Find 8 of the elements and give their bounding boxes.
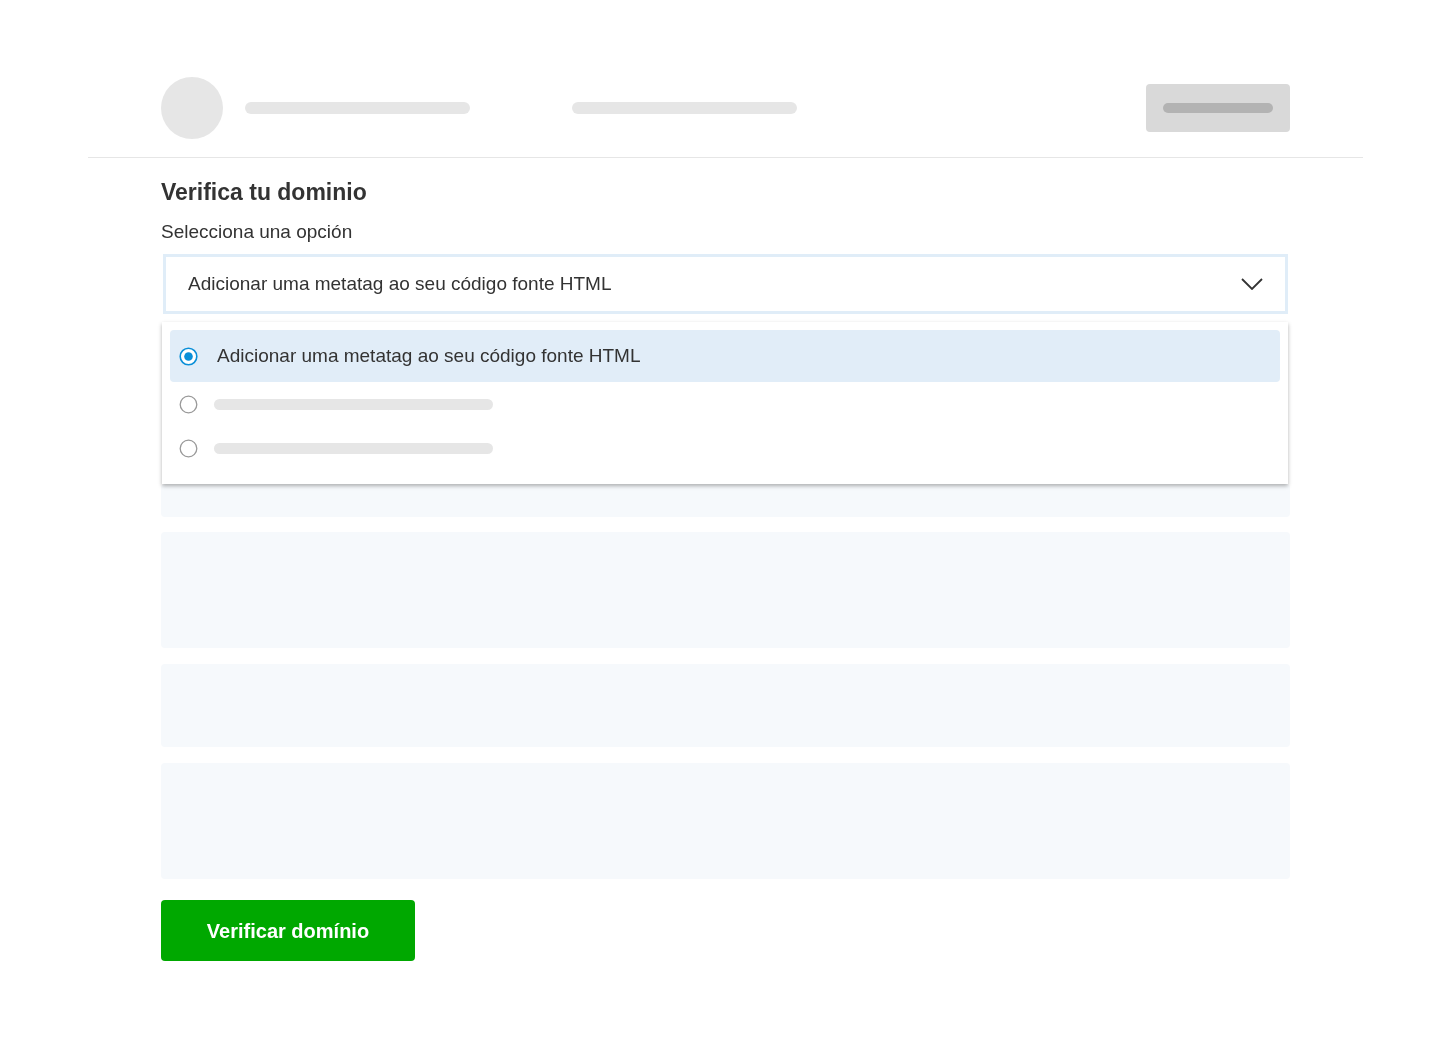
radio-icon	[179, 438, 198, 458]
chevron-down-icon	[1241, 278, 1263, 290]
select-field[interactable]: Adicionar uma metatag ao seu código fonte HTML	[163, 254, 1288, 314]
dropdown-option[interactable]: Adicionar uma metatag ao seu código fonte HTML	[170, 330, 1280, 382]
radio-selected-icon	[179, 346, 198, 366]
field-label: Selecciona una opción	[161, 220, 354, 244]
radio-icon	[179, 394, 198, 414]
page-title: Verifica tu dominio	[161, 178, 368, 206]
